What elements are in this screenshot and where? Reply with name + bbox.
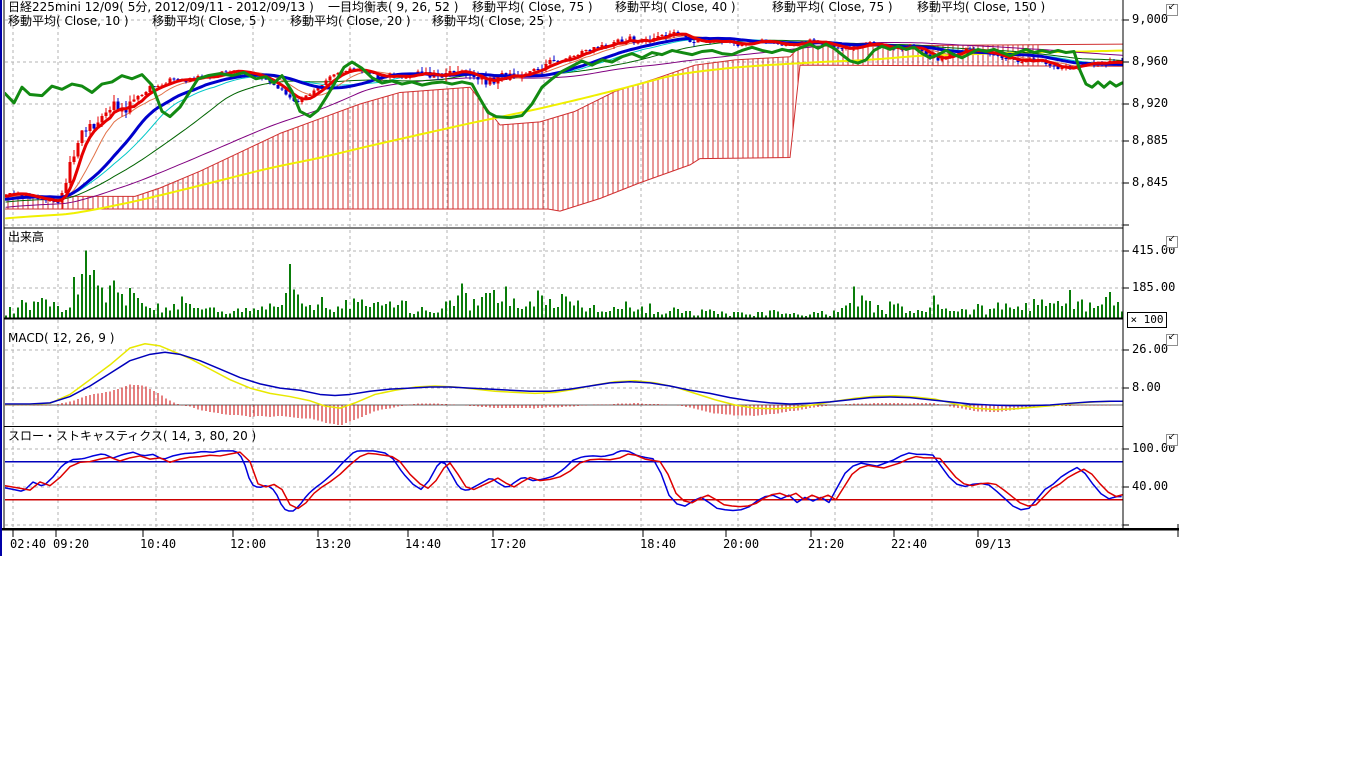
indicator-label: 一目均衡表( 9, 26, 52 ) bbox=[328, 1, 458, 14]
price-axis-label: 8,920 bbox=[1132, 97, 1168, 109]
time-axis-label: 10:40 bbox=[140, 538, 176, 550]
chart-application-window: 出来高 MACD( 12, 26, 9 ) スロー・ストキャスティクス( 14,… bbox=[0, 0, 1366, 768]
resize-arrow-icon: ↙ bbox=[1168, 2, 1176, 12]
time-axis-label: 22:40 bbox=[891, 538, 927, 550]
pane-scale-button[interactable]: ↙ bbox=[1166, 434, 1178, 446]
chart-canvas bbox=[0, 0, 1366, 768]
volume-axis-label: 185.00 bbox=[1132, 281, 1175, 293]
volume-multiplier-badge: × 100 bbox=[1127, 312, 1167, 328]
time-axis-label: 20:00 bbox=[723, 538, 759, 550]
time-axis-label: 09/13 bbox=[975, 538, 1011, 550]
indicator-label: 移動平均( Close, 10 ) bbox=[8, 15, 129, 28]
window-left-edge bbox=[0, 0, 2, 556]
indicator-label: 日経225mini 12/09( 5分, 2012/09/11 - 2012/0… bbox=[8, 1, 314, 14]
price-axis-label: 9,000 bbox=[1132, 13, 1168, 25]
indicator-label: 移動平均( Close, 75 ) bbox=[472, 1, 593, 14]
volume-pane-label: 出来高 bbox=[8, 231, 44, 244]
price-axis-label: 8,960 bbox=[1132, 55, 1168, 67]
time-axis-label: 21:20 bbox=[808, 538, 844, 550]
pane-scale-button[interactable]: ↙ bbox=[1166, 334, 1178, 346]
time-axis-label: 18:40 bbox=[640, 538, 676, 550]
macd-pane-label: MACD( 12, 26, 9 ) bbox=[8, 332, 114, 345]
pane-scale-button[interactable]: ↙ bbox=[1166, 4, 1178, 16]
time-axis-label: 12:00 bbox=[230, 538, 266, 550]
resize-arrow-icon: ↙ bbox=[1168, 234, 1176, 244]
indicator-label: 移動平均( Close, 5 ) bbox=[152, 15, 265, 28]
pane-scale-button[interactable]: ↙ bbox=[1166, 236, 1178, 248]
indicator-label: 移動平均( Close, 150 ) bbox=[917, 1, 1045, 14]
resize-arrow-icon: ↙ bbox=[1168, 332, 1176, 342]
price-axis-label: 8,885 bbox=[1132, 134, 1168, 146]
price-axis-label: 8,845 bbox=[1132, 176, 1168, 188]
indicator-label: 移動平均( Close, 75 ) bbox=[772, 1, 893, 14]
indicator-label: 移動平均( Close, 25 ) bbox=[432, 15, 553, 28]
time-axis-label: 02:40 bbox=[10, 538, 46, 550]
stochastics-axis-label: 40.00 bbox=[1132, 480, 1168, 492]
stochastics-pane-label: スロー・ストキャスティクス( 14, 3, 80, 20 ) bbox=[8, 430, 256, 443]
time-axis-label: 13:20 bbox=[315, 538, 351, 550]
resize-arrow-icon: ↙ bbox=[1168, 432, 1176, 442]
time-axis-label: 14:40 bbox=[405, 538, 441, 550]
indicator-label: 移動平均( Close, 20 ) bbox=[290, 15, 411, 28]
macd-axis-label: 8.00 bbox=[1132, 381, 1161, 393]
macd-axis-label: 26.00 bbox=[1132, 343, 1168, 355]
time-axis-label: 17:20 bbox=[490, 538, 526, 550]
time-axis-label: 09:20 bbox=[53, 538, 89, 550]
indicator-label: 移動平均( Close, 40 ) bbox=[615, 1, 736, 14]
